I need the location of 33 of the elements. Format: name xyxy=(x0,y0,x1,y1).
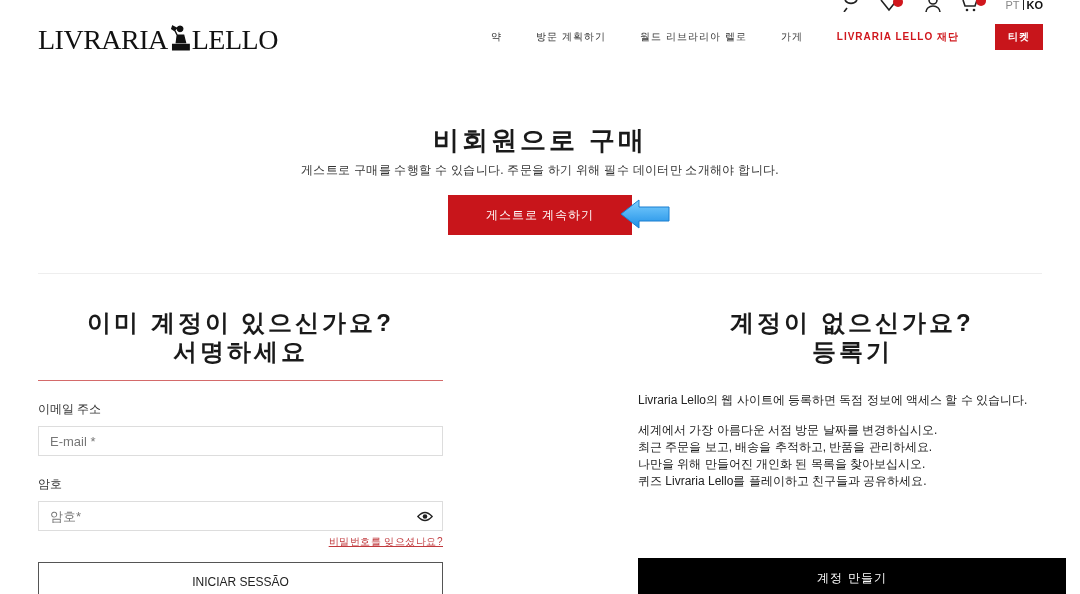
benefit-text: 세계에서 가장 아름다운 서점 방문 날짜를 변경하십시오. xyxy=(638,422,939,439)
language-link[interactable]: KO xyxy=(1026,0,1043,10)
eye-icon[interactable] xyxy=(417,511,433,522)
cart-icon[interactable] xyxy=(961,0,988,12)
register-intro: Livraria Lello의 웹 사이트에 등록하면 독점 정보에 액세스 할 수 있습니다. xyxy=(638,392,1029,409)
nav-link[interactable]: 월드 리브라리아 렐로 xyxy=(640,30,747,44)
benefit-text: 최근 주문을 보고, 배송을 추적하고, 반품을 관리하세요. xyxy=(638,439,933,456)
field-label: 암호 xyxy=(38,476,63,493)
ticket-button[interactable]: 티켓 xyxy=(995,24,1043,50)
benefit-text: 나만을 위해 만들어진 개인화 된 목록을 찾아보십시오. xyxy=(638,456,927,473)
logo[interactable]: LIVRARIA LELLO xyxy=(38,24,278,54)
field-label: 이메일 주소 xyxy=(38,401,103,418)
logo-text: LIVRARIA xyxy=(38,26,168,54)
login-button[interactable]: INICIAR SESSÃO xyxy=(38,562,443,594)
forgot-password-link[interactable]: 비밀번호를 잊으셨나요? xyxy=(328,535,443,549)
register-title: 계정이 없으신가요? 등록기 xyxy=(729,308,975,366)
user-icon[interactable] xyxy=(923,0,944,12)
benefit-text: 퀴즈 Livraria Lello를 플레이하고 친구들과 공유하세요. xyxy=(638,473,928,490)
nav-link[interactable]: 가게 xyxy=(780,30,803,44)
nav-link[interactable]: LIVRARIA LELLO 재단 xyxy=(836,30,959,44)
pointer-arrow-icon xyxy=(620,199,670,229)
create-account-button[interactable]: 계정 만들기 xyxy=(638,558,1066,594)
heart-icon[interactable] xyxy=(879,0,906,12)
nav-link[interactable]: 약 xyxy=(491,30,503,44)
nav-link[interactable]: 방문 계획하기 xyxy=(536,30,607,44)
email-field[interactable]: E-mail * xyxy=(38,426,443,456)
guest-checkout-button[interactable]: 게스트로 계속하기 xyxy=(448,195,632,235)
password-field[interactable]: 암호* xyxy=(38,501,443,531)
section-title: 비회원으로 구매 xyxy=(432,124,648,156)
login-title: 이미 계정이 있으신가요? 서명하세요 xyxy=(86,308,395,366)
guest-description: 게스트로 구매를 수행할 수 있습니다. 주문을 하기 위해 필수 데이터만 소개해야 합니다. xyxy=(300,162,780,179)
logo-text: LELLO xyxy=(191,26,278,54)
language-link[interactable]: PT xyxy=(1005,0,1020,10)
